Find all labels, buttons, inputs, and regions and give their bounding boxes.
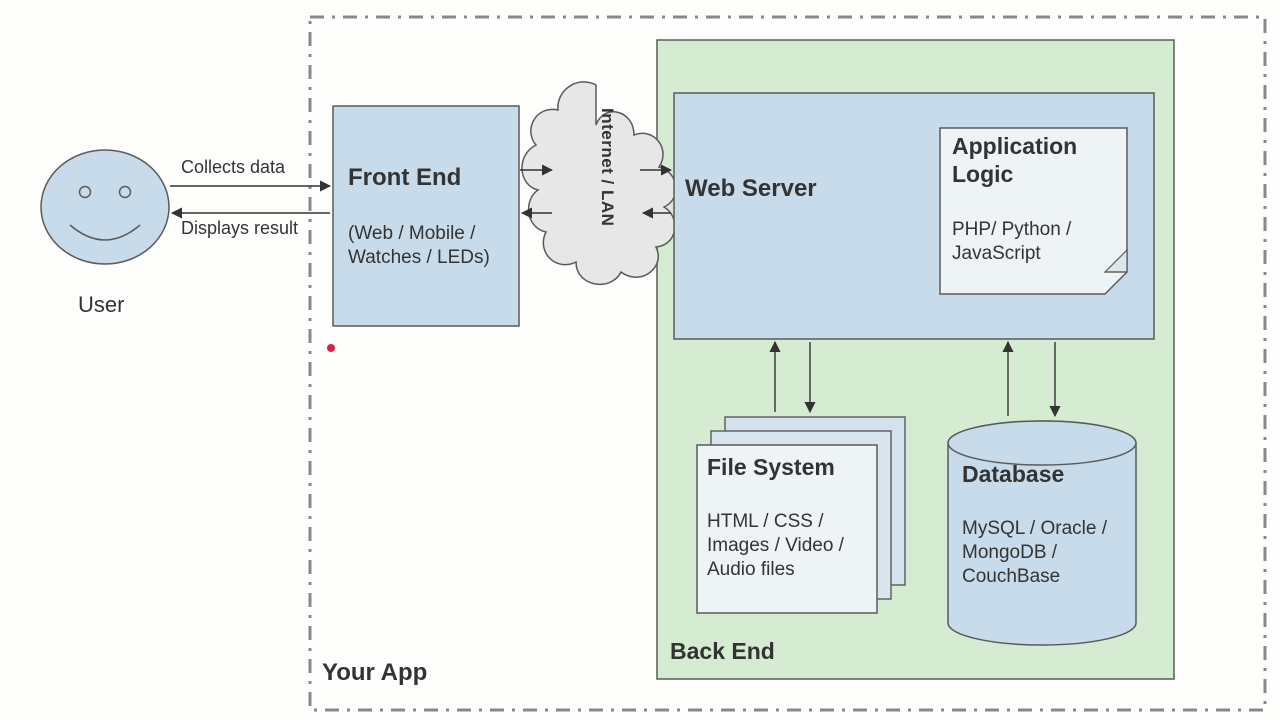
pointer-dot [327,344,335,352]
cloud-label: Internet / LAN [597,108,617,226]
webserver-title: Web Server [685,175,817,203]
frontend-box [333,106,519,326]
frontend-title: Front End [348,164,461,192]
app-logic-sub: PHP/ Python / JavaScript [952,218,1112,266]
fs-title: File System [707,454,835,481]
user-icon [41,150,169,264]
diagram-canvas [0,0,1280,720]
db-title: Database [962,461,1064,488]
fs-sub: HTML / CSS / Images / Video / Audio file… [707,510,862,581]
webserver-box [674,93,1154,339]
db-sub: MySQL / Oracle / MongoDB / CouchBase [962,517,1132,588]
your-app-border [310,17,1265,710]
frontend-sub: (Web / Mobile / Watches / LEDs) [348,222,508,270]
app-logic-title: Application Logic [952,133,1117,188]
arrow-label-displays: Displays result [181,218,298,239]
frontend-title-text: Front End [348,164,461,192]
arrow-label-collects: Collects data [181,157,285,178]
app-logic-title-text: Application Logic [952,133,1117,188]
your-app-label: Your App [322,659,427,687]
backend-label: Back End [670,638,775,665]
user-label: User [78,292,124,318]
